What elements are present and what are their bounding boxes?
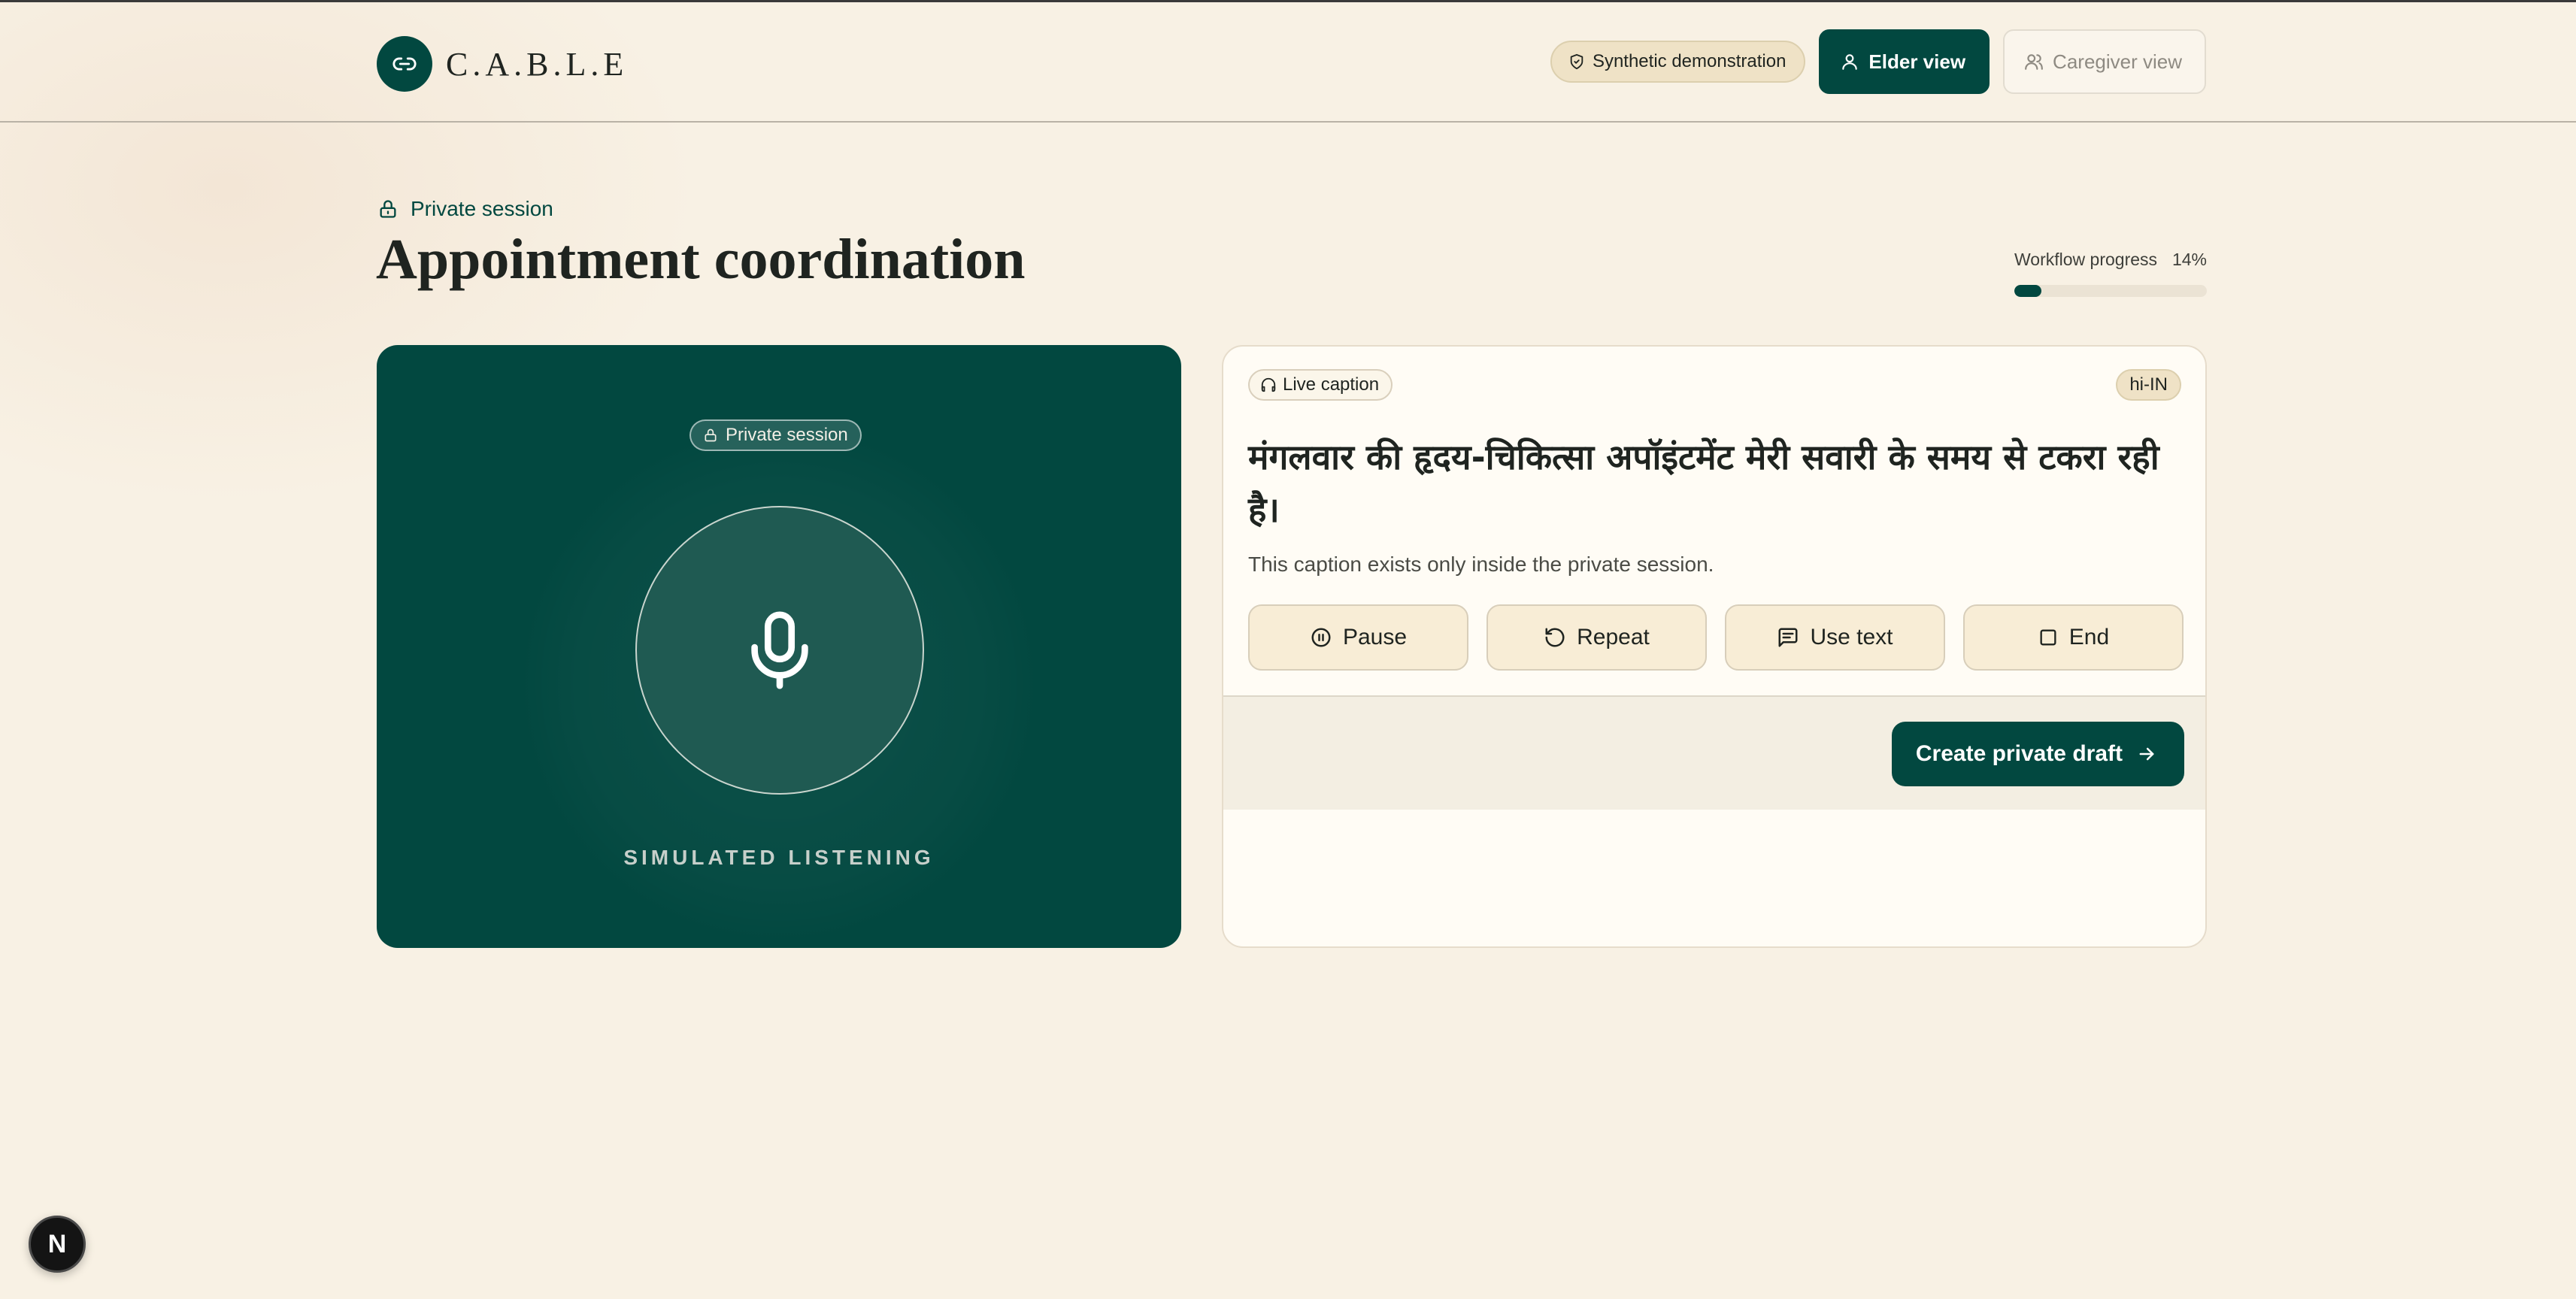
elder-view-button[interactable]: Elder view	[1819, 29, 1990, 94]
shield-check-icon	[1570, 53, 1583, 70]
progress-track	[2014, 285, 2207, 297]
user-icon	[1842, 54, 1858, 70]
arrow-right-icon	[2139, 747, 2154, 761]
headphones-icon	[1261, 377, 1276, 392]
progress-fill	[2014, 285, 2041, 297]
end-label: End	[2068, 625, 2110, 650]
view-switcher: Synthetic demonstration Elder view Careg…	[1550, 29, 2206, 94]
repeat-label: Repeat	[1577, 625, 1650, 650]
lock-icon	[380, 200, 396, 218]
listening-status: SIMULATED LISTENING	[623, 846, 935, 869]
dev-tools-badge[interactable]: N	[29, 1216, 86, 1273]
draft-action-bar: Create private draft	[1223, 695, 2205, 810]
message-text-icon	[1778, 628, 1798, 647]
app-logo[interactable]: C.A.B.L.E	[377, 36, 628, 92]
caption-text: मंगलवार की हृदय-चिकित्सा अपॉइंटमेंट मेरी…	[1248, 437, 2159, 530]
end-button[interactable]: End	[1963, 604, 2184, 671]
app-header: C.A.B.L.E Synthetic demonstration Elder …	[0, 2, 2576, 123]
caption-privacy-note: This caption exists only inside the priv…	[1248, 553, 1714, 576]
caregiver-view-label: Caregiver view	[2053, 50, 2182, 73]
use-text-button[interactable]: Use text	[1725, 604, 1945, 671]
pause-button[interactable]: Pause	[1248, 604, 1468, 671]
pause-label: Pause	[1342, 625, 1408, 650]
private-session-text: Private session	[411, 197, 553, 220]
rotate-ccw-icon	[1545, 628, 1565, 647]
workflow-progress-label: Workflow progress	[2014, 250, 2158, 269]
live-caption-label: Live caption	[1283, 374, 1380, 395]
repeat-button[interactable]: Repeat	[1487, 604, 1707, 671]
caregiver-view-button[interactable]: Caregiver view	[2003, 29, 2206, 94]
create-private-draft-button[interactable]: Create private draft	[1891, 722, 2184, 786]
app-name: C.A.B.L.E	[446, 45, 629, 83]
live-caption-badge: Live caption	[1248, 369, 1393, 401]
pause-circle-icon	[1311, 628, 1331, 647]
square-icon	[2040, 629, 2056, 646]
synthetic-demo-badge: Synthetic demonstration	[1550, 41, 1806, 83]
elder-view-label: Elder view	[1868, 50, 1966, 73]
page-title: Appointment coordination	[376, 228, 1026, 291]
lock-icon	[705, 428, 717, 442]
listening-private-badge: Private session	[689, 419, 862, 451]
private-session-label: Private session	[377, 197, 553, 221]
microphone-button[interactable]	[635, 506, 924, 795]
workflow-progress-value: 14%	[2171, 250, 2207, 269]
caption-controls: Pause Repeat Use text End	[1248, 604, 2184, 671]
microphone-icon	[751, 611, 808, 689]
create-private-draft-label: Create private draft	[1915, 741, 2123, 766]
synthetic-demo-label: Synthetic demonstration	[1592, 51, 1787, 71]
link-icon	[377, 36, 432, 92]
workflow-progress: Workflow progress 14%	[2014, 250, 2207, 297]
users-icon	[2025, 54, 2043, 70]
listening-panel: Private session SIMULATED LISTENING	[377, 345, 1181, 948]
listening-private-label: Private session	[726, 425, 848, 445]
caption-panel: Live caption hi-IN मंगलवार की हृदय-चिकित…	[1222, 345, 2207, 948]
language-badge: hi-IN	[2116, 369, 2181, 401]
use-text-label: Use text	[1810, 625, 1893, 650]
